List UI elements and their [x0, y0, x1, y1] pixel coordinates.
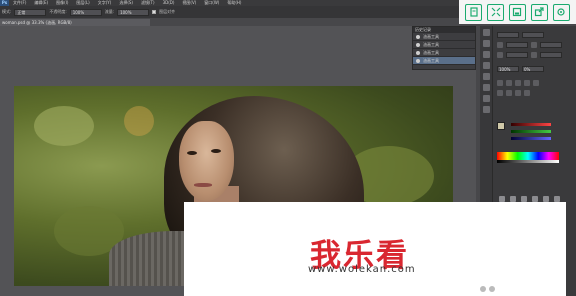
ordinal-icon[interactable]	[506, 90, 512, 96]
foliage-highlight	[124, 106, 154, 136]
status-dot	[489, 286, 495, 292]
bold-icon[interactable]	[497, 80, 503, 86]
opacity-label: 不透明度:	[49, 9, 67, 14]
history-panel: 历史记录 油画工具 油画工具 油画工具 油画工具	[412, 26, 476, 70]
red-slider[interactable]	[511, 123, 551, 126]
history-item-label: 油画工具	[423, 33, 439, 39]
left-eye	[187, 151, 197, 155]
status-indicators	[480, 286, 495, 292]
underline-icon[interactable]	[524, 80, 530, 86]
brush-icon	[416, 34, 420, 39]
blue-slider[interactable]	[511, 137, 551, 140]
green-slider[interactable]	[511, 130, 551, 133]
font-select[interactable]	[497, 32, 519, 38]
history-item[interactable]: 油画工具	[413, 41, 475, 49]
bookmark-button[interactable]	[465, 3, 483, 21]
status-dot	[480, 286, 486, 292]
align-checkbox[interactable]	[152, 10, 157, 14]
right-eye	[211, 149, 221, 153]
mode-label: 模式:	[2, 9, 12, 14]
prop-row: 100% 0%	[497, 66, 544, 72]
leading-field[interactable]	[540, 42, 562, 48]
ligature-icon[interactable]	[497, 90, 503, 96]
brush-icon	[416, 58, 420, 63]
share-button[interactable]	[530, 3, 548, 21]
expand-icon	[491, 7, 501, 17]
kerning-field[interactable]	[506, 52, 528, 58]
tracking-icon	[531, 52, 537, 58]
history-item-label: 油画工具	[423, 49, 439, 55]
prop-row	[497, 32, 544, 38]
bookmark-icon	[470, 7, 478, 17]
flow-label: 流量:	[104, 9, 115, 14]
color-tool-icon[interactable]	[482, 73, 490, 80]
text-style-buttons	[497, 90, 530, 96]
swash-icon[interactable]	[524, 90, 530, 96]
settings-icon	[557, 8, 565, 16]
share-icon	[535, 7, 544, 17]
history-tool-icon[interactable]	[482, 29, 490, 36]
size-icon	[497, 42, 503, 48]
leading-icon	[531, 42, 537, 48]
baseline-field[interactable]: 0%	[522, 66, 544, 72]
history-item[interactable]: 油画工具	[413, 49, 475, 57]
layers-tool-icon[interactable]	[482, 106, 490, 113]
italic-icon[interactable]	[506, 80, 512, 86]
align-label: 图层对齐	[159, 9, 176, 14]
brush-tool-icon[interactable]	[482, 62, 490, 69]
fraction-icon[interactable]	[515, 90, 521, 96]
foliage-highlight	[34, 106, 94, 146]
scale-field[interactable]: 100%	[497, 66, 519, 72]
history-item-label: 油画工具	[423, 57, 439, 63]
floating-toolbar	[459, 0, 576, 24]
grayscale-ramp[interactable]	[497, 160, 559, 163]
foreground-color-swatch[interactable]	[497, 122, 505, 130]
history-item-selected[interactable]: 油画工具	[413, 57, 475, 65]
prop-row	[497, 52, 562, 58]
paragraph-tool-icon[interactable]	[482, 51, 490, 58]
expand-button[interactable]	[487, 3, 505, 21]
brush-icon	[416, 42, 420, 47]
history-item[interactable]: 油画工具	[413, 33, 475, 41]
color-spectrum[interactable]	[497, 152, 559, 160]
history-item-label: 油画工具	[423, 41, 439, 47]
prop-row	[497, 42, 562, 48]
swatches-tool-icon[interactable]	[482, 84, 490, 91]
caps-icon[interactable]	[515, 80, 521, 86]
watermark-overlay: 我乐看 www.wolekan.com	[184, 202, 566, 296]
mouth	[194, 183, 212, 187]
save-icon	[513, 7, 522, 17]
watermark-url: www.wolekan.com	[308, 264, 416, 275]
document-tab[interactable]: woman.psd @ 33.3% (油画, RGB/8)	[0, 19, 150, 26]
mode-select[interactable]: 正常	[14, 8, 47, 16]
tracking-field[interactable]	[540, 52, 562, 58]
flow-field[interactable]: 100%	[117, 8, 150, 16]
kerning-icon	[497, 52, 503, 58]
opacity-field[interactable]: 100%	[69, 8, 102, 16]
styles-tool-icon[interactable]	[482, 95, 490, 102]
settings-button[interactable]	[552, 3, 570, 21]
strike-icon[interactable]	[533, 80, 539, 86]
save-button[interactable]	[508, 3, 526, 21]
style-select[interactable]	[522, 32, 544, 38]
face	[179, 121, 234, 201]
character-tool-icon[interactable]	[482, 40, 490, 47]
brush-icon	[416, 50, 420, 55]
text-style-buttons	[497, 80, 539, 86]
size-field[interactable]	[506, 42, 528, 48]
